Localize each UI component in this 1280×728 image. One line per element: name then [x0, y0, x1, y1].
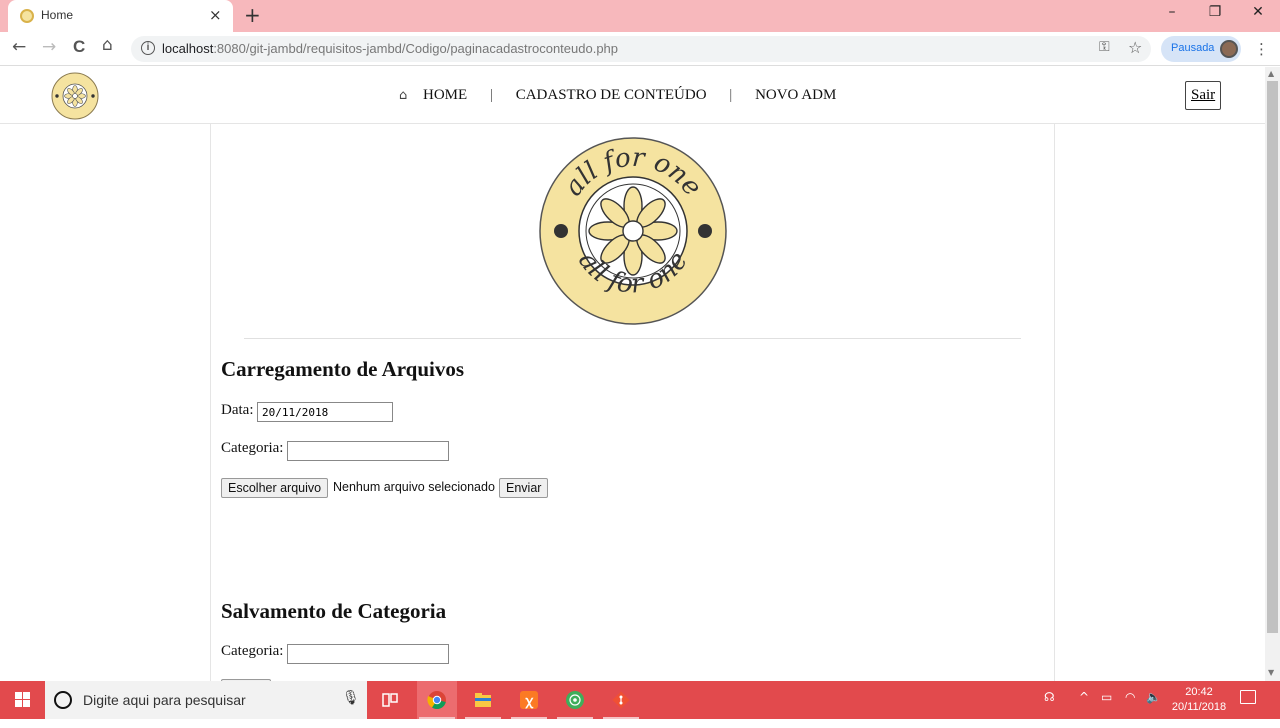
favicon-icon [20, 9, 34, 23]
wifi-icon[interactable]: ◠ [1125, 690, 1135, 728]
file-explorer-icon[interactable] [463, 681, 503, 719]
windows-start-icon[interactable] [0, 681, 45, 719]
avatar [1220, 40, 1238, 58]
nav-novo-adm-link[interactable]: NOVO ADM [755, 87, 836, 103]
divider [244, 338, 1021, 339]
submit-button[interactable]: Enviar [499, 478, 549, 498]
flower-app-icon[interactable] [555, 681, 595, 719]
main-content: all for one all for one Carregamento de … [210, 124, 1055, 681]
restore-button[interactable]: ❐ [1195, 4, 1235, 20]
back-arrow-icon[interactable]: ← [12, 37, 26, 57]
clock-time: 20:42 [1185, 686, 1213, 698]
new-category-input[interactable] [287, 644, 449, 664]
close-window-button[interactable]: ✕ [1238, 4, 1278, 20]
microphone-icon[interactable]: 🎙 [342, 690, 360, 706]
category-input[interactable] [287, 441, 449, 461]
browser-tab[interactable]: Home × [8, 0, 233, 32]
search-placeholder: Digite aqui para pesquisar [83, 692, 246, 708]
nav-separator: | [489, 87, 493, 103]
url-text[interactable]: localhost:8080/git-jambd/requisitos-jamb… [162, 41, 618, 56]
info-icon[interactable]: i [141, 41, 155, 55]
clock-date: 20/11/2018 [1171, 701, 1227, 713]
chrome-icon[interactable] [417, 681, 457, 719]
nav-home-link[interactable]: HOME [423, 87, 467, 103]
home-icon[interactable]: ⌂ [399, 88, 407, 103]
scroll-up-icon[interactable]: ▲ [1268, 69, 1274, 78]
upload-section-title: Carregamento de Arquivos [221, 357, 465, 381]
taskbar: Digite aqui para pesquisar 🎙 ꭓ ☊ ^ ▭ ◠ 🔈… [0, 681, 1280, 719]
category-section-title: Salvamento de Categoria [221, 599, 447, 623]
battery-icon[interactable]: ▭ [1101, 690, 1112, 728]
category-label: Categoria: [221, 440, 284, 456]
git-icon[interactable] [601, 681, 641, 719]
site-logo[interactable] [51, 72, 99, 120]
cortana-icon [54, 691, 72, 709]
home-button-icon[interactable]: ⌂ [102, 35, 113, 55]
category-label: Categoria: [221, 643, 284, 659]
date-input[interactable] [257, 402, 393, 422]
minimize-button[interactable]: – [1152, 4, 1192, 20]
xampp-icon[interactable]: ꭓ [509, 681, 549, 719]
hero-logo: all for one all for one [539, 137, 727, 325]
file-status-text: Nenhum arquivo selecionado [333, 480, 495, 494]
people-icon[interactable]: ☊ [1044, 690, 1055, 728]
page-viewport: ⌂ HOME | CADASTRO DE CONTEÚDO | NOVO ADM… [0, 67, 1265, 681]
scrollbar[interactable]: ▲ ▼ [1265, 67, 1280, 681]
system-clock[interactable]: 20:42 20/11/2018 [1166, 685, 1232, 715]
task-view-icon[interactable] [370, 681, 410, 719]
date-label: Data: [221, 402, 254, 418]
taskbar-search[interactable]: Digite aqui para pesquisar 🎙 [45, 681, 367, 719]
key-icon[interactable]: ⚿ [1099, 39, 1110, 55]
tab-title: Home [41, 8, 74, 22]
scroll-down-icon[interactable]: ▼ [1268, 668, 1274, 677]
tray-chevron-icon[interactable]: ^ [1079, 690, 1089, 728]
new-tab-button[interactable]: + [244, 3, 261, 27]
profile-label: Pausada [1171, 42, 1215, 54]
scroll-thumb[interactable] [1267, 81, 1278, 633]
choose-file-button[interactable]: Escolher arquivo [221, 478, 329, 498]
nav-separator: | [729, 87, 733, 103]
address-bar[interactable]: i localhost:8080/git-jambd/requisitos-ja… [131, 36, 1151, 62]
profile-button[interactable]: Pausada [1161, 36, 1241, 62]
site-header: ⌂ HOME | CADASTRO DE CONTEÚDO | NOVO ADM… [0, 67, 1265, 124]
kebab-menu-icon[interactable]: ⋮ [1254, 40, 1269, 58]
forward-arrow-icon[interactable]: → [42, 37, 56, 57]
browser-toolbar: ← → C ⌂ i localhost:8080/git-jambd/requi… [0, 32, 1280, 66]
volume-icon[interactable]: 🔈 [1146, 690, 1161, 728]
browser-titlebar: Home × + – ❐ ✕ [0, 0, 1280, 32]
tab-close-icon[interactable]: × [209, 6, 222, 24]
main-nav: ⌂ HOME | CADASTRO DE CONTEÚDO | NOVO ADM [399, 87, 836, 104]
notification-icon[interactable] [1240, 690, 1256, 704]
logout-button[interactable]: Sair [1185, 81, 1222, 110]
reload-icon[interactable]: C [73, 37, 85, 57]
nav-cadastro-link[interactable]: CADASTRO DE CONTEÚDO [516, 87, 707, 103]
bookmark-star-icon[interactable]: ☆ [1128, 38, 1142, 57]
